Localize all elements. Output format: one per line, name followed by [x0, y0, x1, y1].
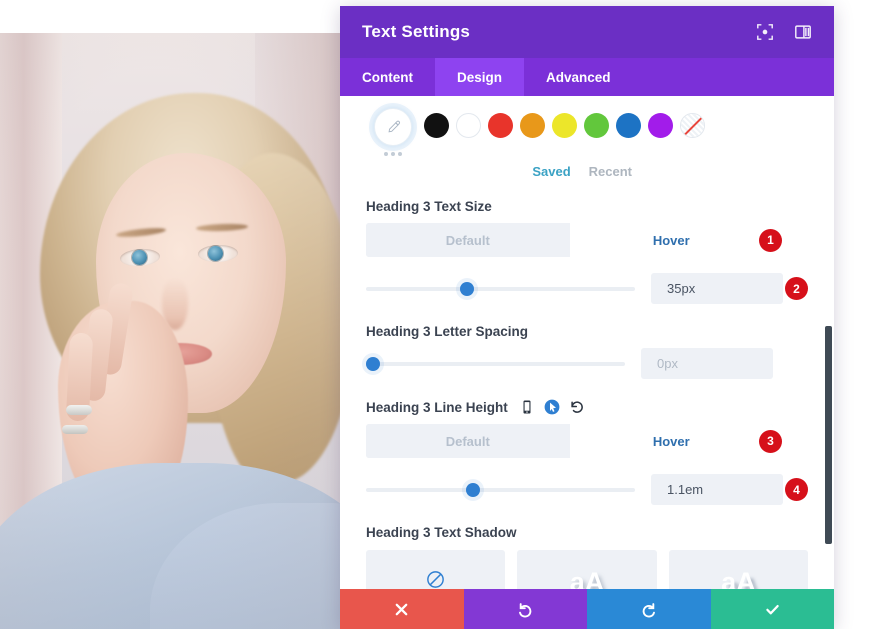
line-height-slider[interactable] [366, 481, 635, 499]
color-picker-row [366, 96, 808, 156]
line-height-hover-tab[interactable]: Hover [569, 424, 773, 458]
undo-icon [517, 601, 534, 618]
panel-title: Text Settings [362, 22, 471, 41]
undo-button[interactable] [463, 589, 587, 629]
screen-root: Text Settings Content Design Advanced Sa… [0, 0, 880, 629]
swatch-none[interactable] [680, 113, 705, 138]
color-swatch-list [424, 108, 705, 138]
photo-vignette [0, 33, 345, 629]
line-height-slider-track [366, 487, 635, 492]
text-size-slider[interactable] [366, 280, 635, 298]
close-icon [393, 601, 410, 618]
redo-button[interactable] [587, 589, 711, 629]
text-shadow-soft-preview: aA [569, 566, 605, 590]
recent-colors-tab[interactable]: Recent [589, 164, 632, 179]
swatch-orange[interactable] [520, 113, 545, 138]
more-colors-dots[interactable] [384, 152, 402, 156]
swatch-blue[interactable] [616, 113, 641, 138]
line-height-slider-row: 1.1em 4 [366, 474, 808, 505]
letter-spacing-value-input[interactable]: 0px [641, 348, 773, 379]
text-settings-panel: Text Settings Content Design Advanced Sa… [340, 6, 834, 629]
letter-spacing-slider-row: 0px [366, 348, 808, 379]
letter-spacing-slider-knob[interactable] [366, 356, 380, 371]
text-size-value-input[interactable]: 35px [651, 273, 783, 304]
check-icon [764, 601, 781, 618]
heading3-text-shadow-label: Heading 3 Text Shadow [366, 525, 517, 540]
panel-tabs: Content Design Advanced [340, 58, 834, 96]
text-shadow-strong-option[interactable]: aA [668, 550, 808, 590]
tab-design[interactable]: Design [435, 58, 525, 96]
text-size-hover-tab[interactable]: Hover [569, 223, 773, 257]
saved-recent-toggle: Saved Recent [366, 164, 808, 179]
redo-icon [640, 601, 657, 618]
panel-footer [340, 589, 834, 629]
heading3-line-height-label: Heading 3 Line Height [366, 399, 508, 415]
annotation-badge-4: 4 [785, 478, 808, 501]
line-height-slider-knob[interactable] [465, 482, 480, 497]
text-shadow-none-option[interactable] [366, 550, 506, 589]
hover-cursor-icon[interactable] [544, 399, 560, 415]
line-height-state-toggle-row: Default Hover 3 [366, 424, 808, 458]
panel-scrollbar[interactable] [825, 326, 832, 544]
line-height-value-input[interactable]: 1.1em [651, 474, 783, 505]
cancel-button[interactable] [340, 589, 464, 629]
text-shadow-preset-grid: aA aA [366, 550, 808, 589]
panel-body: Saved Recent Heading 3 Text Size Default… [340, 96, 834, 589]
text-shadow-soft-option[interactable]: aA [517, 550, 657, 590]
heading3-text-size-label: Heading 3 Text Size [366, 199, 492, 214]
line-height-icon-group [519, 399, 585, 415]
swatch-black[interactable] [424, 113, 449, 138]
heading3-line-height-label-row: Heading 3 Line Height [366, 399, 808, 415]
eyedropper-group [366, 108, 420, 156]
panel-header-actions [756, 23, 812, 41]
field-heading3-text-shadow: Heading 3 Text Shadow aA aA [366, 525, 808, 589]
letter-spacing-slider[interactable] [366, 355, 625, 373]
reset-icon[interactable] [569, 399, 585, 415]
field-heading3-line-height: Heading 3 Line Height Default Hover 3 1.… [366, 399, 808, 505]
split-view-icon[interactable] [794, 23, 812, 41]
letter-spacing-slider-track [366, 361, 625, 366]
panel-header: Text Settings [340, 6, 834, 58]
annotation-badge-1: 1 [759, 228, 782, 252]
no-shadow-icon [425, 569, 446, 589]
text-size-state-toggle: Default Hover [366, 223, 773, 257]
text-size-slider-track [366, 286, 635, 291]
heading3-letter-spacing-label: Heading 3 Letter Spacing [366, 324, 529, 339]
annotation-badge-2: 2 [785, 277, 808, 300]
tab-advanced[interactable]: Advanced [524, 58, 633, 96]
swatch-yellow[interactable] [552, 113, 577, 138]
swatch-white[interactable] [456, 113, 481, 138]
tab-content[interactable]: Content [340, 58, 435, 96]
focus-target-icon[interactable] [756, 23, 774, 41]
panel-scroll-content: Saved Recent Heading 3 Text Size Default… [340, 96, 834, 589]
eyedropper-button[interactable] [374, 108, 412, 146]
save-button[interactable] [710, 589, 834, 629]
background-photo [0, 33, 345, 629]
swatch-red[interactable] [488, 113, 513, 138]
mobile-icon[interactable] [519, 399, 535, 415]
field-heading3-letter-spacing: Heading 3 Letter Spacing 0px [366, 324, 808, 379]
line-height-default-tab[interactable]: Default [366, 424, 570, 458]
line-height-state-toggle: Default Hover [366, 424, 773, 458]
swatch-green[interactable] [584, 113, 609, 138]
text-size-slider-knob[interactable] [460, 281, 475, 296]
text-size-slider-row: 35px 2 [366, 273, 808, 304]
annotation-badge-3: 3 [759, 429, 782, 453]
text-size-state-toggle-row: Default Hover 1 [366, 223, 808, 257]
swatch-purple[interactable] [648, 113, 673, 138]
saved-colors-tab[interactable]: Saved [532, 164, 570, 179]
field-heading3-text-size: Heading 3 Text Size Default Hover 1 35px… [366, 199, 808, 304]
text-size-default-tab[interactable]: Default [366, 223, 570, 257]
text-shadow-strong-preview: aA [721, 566, 756, 590]
